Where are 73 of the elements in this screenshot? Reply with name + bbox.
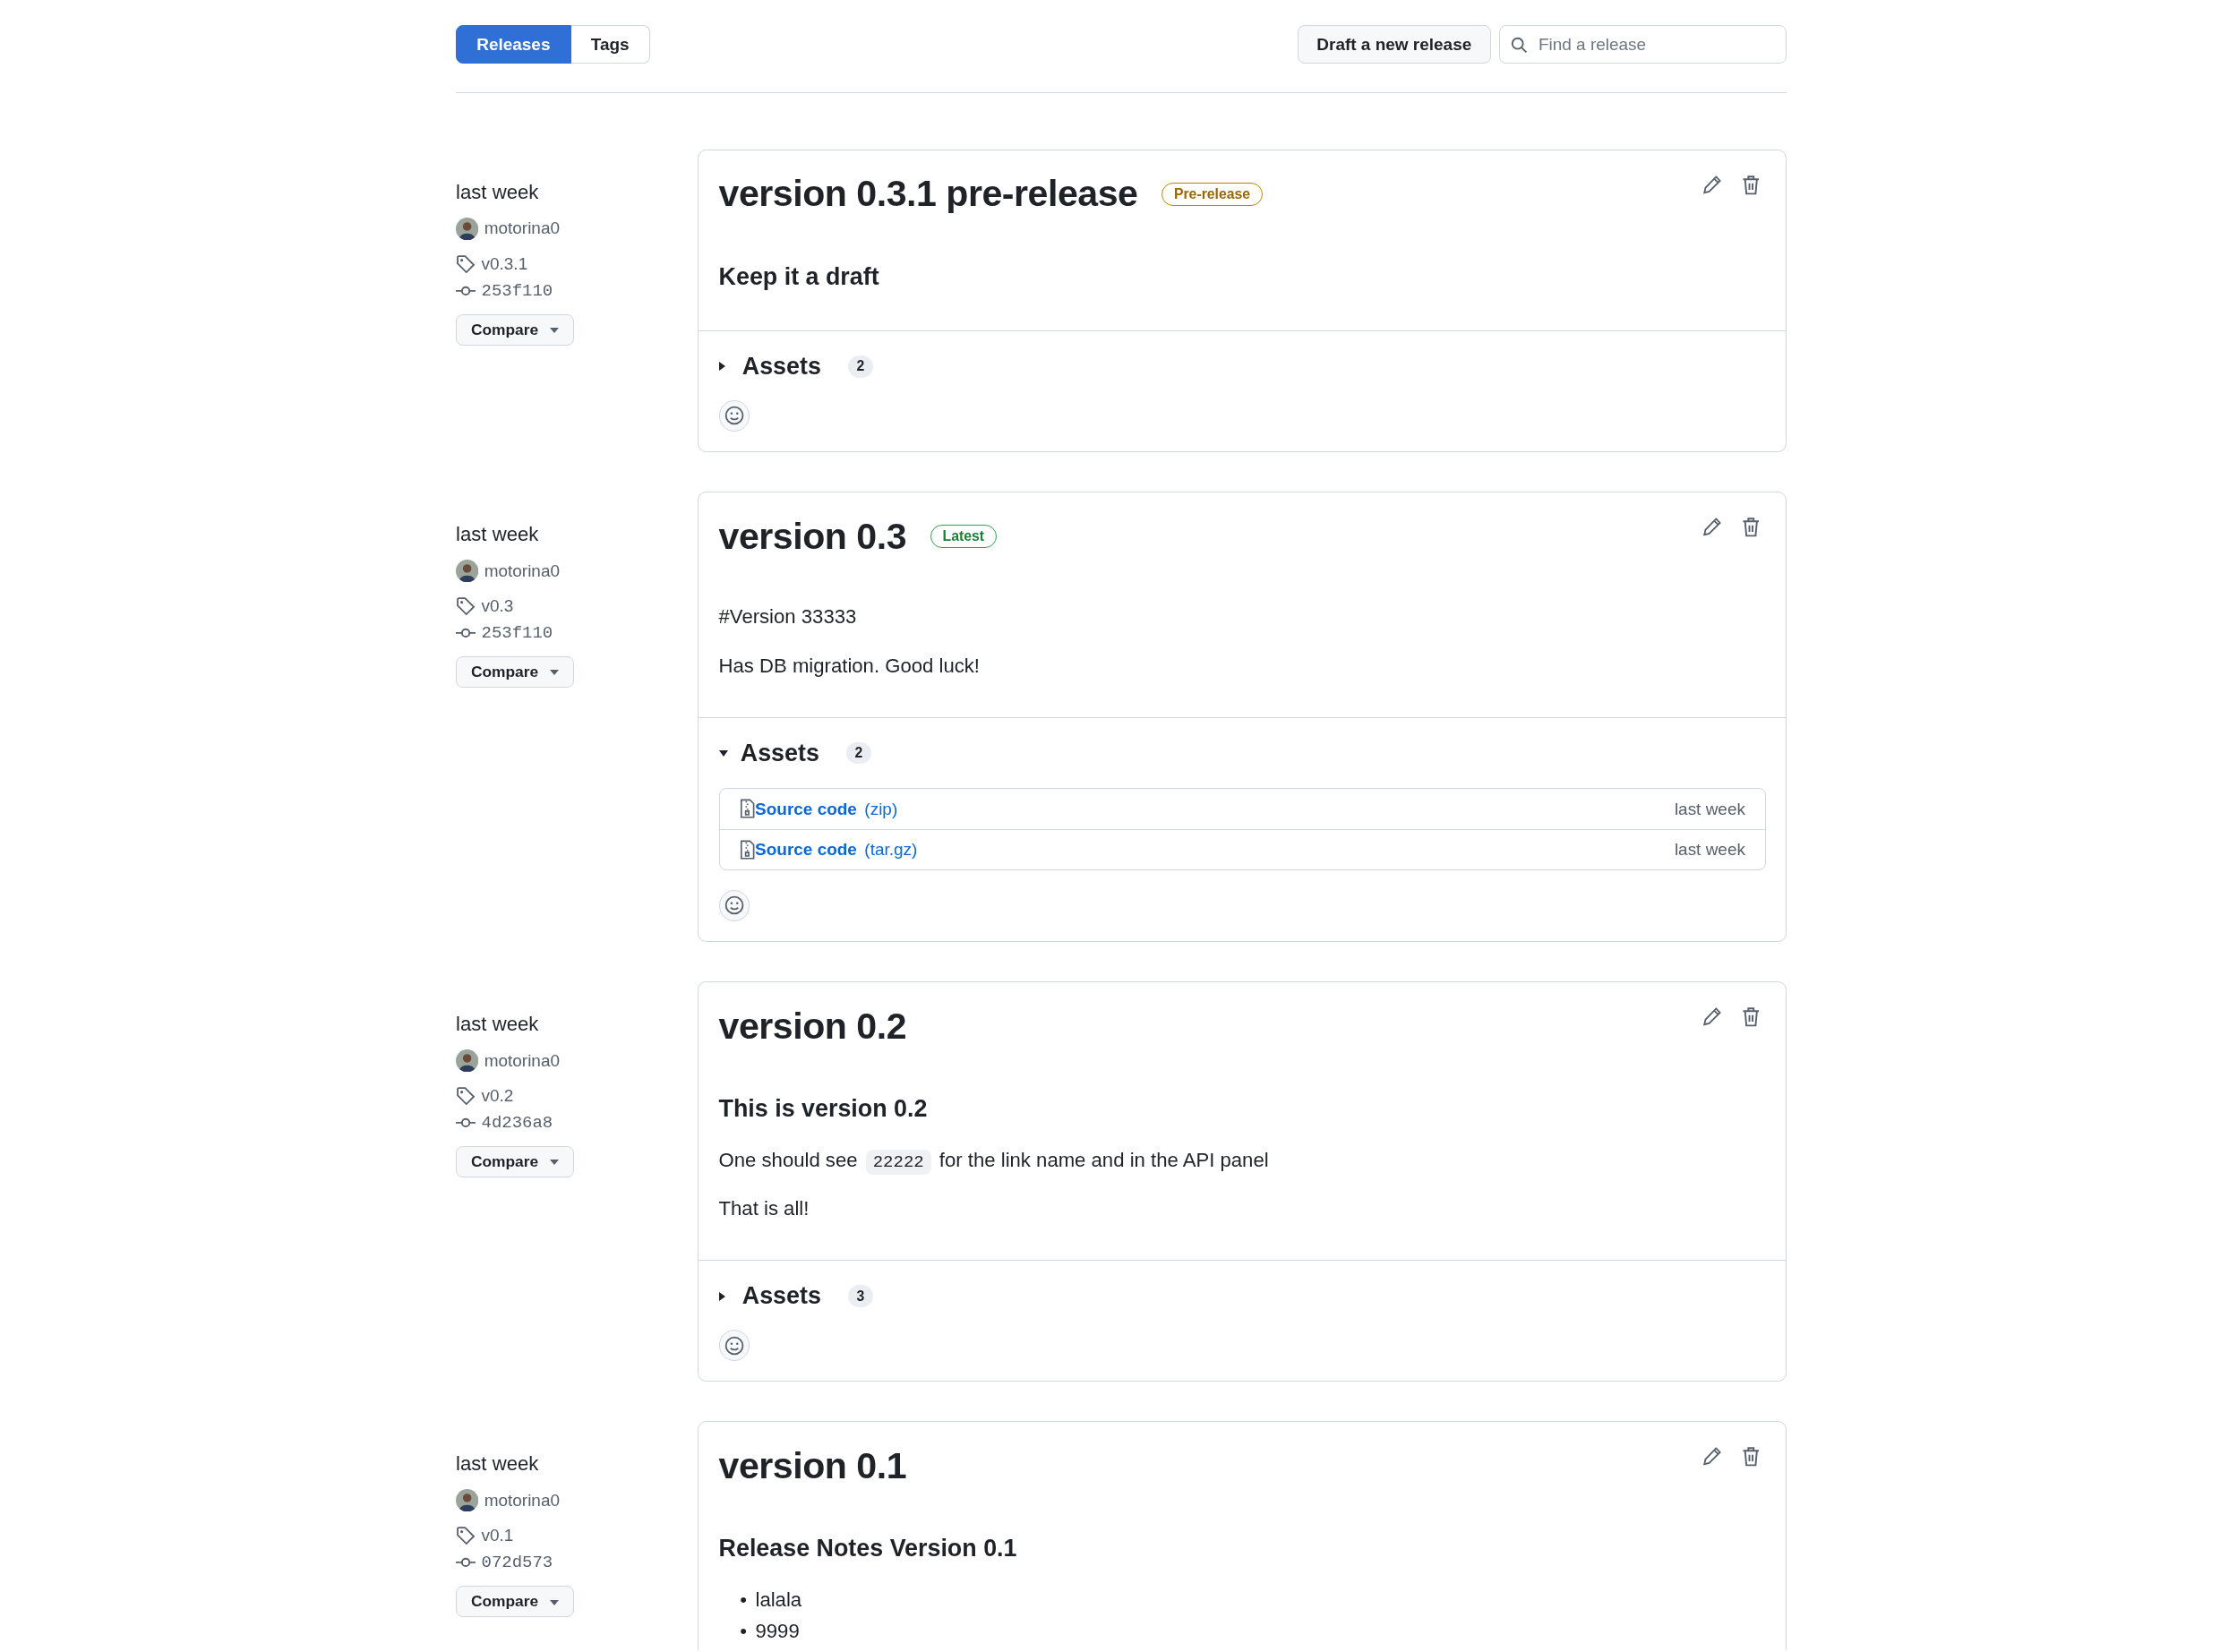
release-title: version 0.1	[718, 1444, 907, 1487]
release-title: version 0.2	[718, 1005, 907, 1048]
asset-time: last week	[1674, 839, 1745, 860]
tag-link[interactable]: v0.1	[481, 1526, 514, 1546]
commit-link[interactable]: 253f110	[481, 280, 553, 301]
trash-icon[interactable]	[1742, 517, 1761, 538]
release-paragraph: #Version 33333	[718, 605, 858, 629]
release-heading: Keep it a draft	[718, 263, 880, 291]
add-reaction-button[interactable]	[718, 400, 750, 432]
author-link[interactable]: motorina0	[484, 1490, 561, 1511]
tag-link[interactable]: v0.2	[481, 1086, 514, 1107]
list-item: 9999	[755, 1619, 800, 1644]
zip-file-icon	[739, 839, 756, 860]
count-badge: 3	[847, 1285, 873, 1307]
author-link[interactable]: motorina0	[484, 1050, 561, 1071]
release-title: version 0.3	[718, 515, 907, 558]
zip-file-icon	[739, 799, 756, 819]
asset-link[interactable]: Source code (zip)	[755, 799, 898, 819]
trash-icon[interactable]	[1742, 1006, 1761, 1028]
commit-link[interactable]: 253f110	[481, 623, 553, 644]
tag-icon	[456, 253, 476, 274]
author-link[interactable]: motorina0	[484, 561, 561, 581]
edit-icon[interactable]	[1701, 174, 1723, 194]
author-link[interactable]: motorina0	[484, 218, 561, 239]
search-field[interactable]: Find a release	[1499, 25, 1787, 64]
compare-button[interactable]: Compare	[456, 1146, 574, 1178]
assets-toggle[interactable]: Assets 3	[718, 1282, 1767, 1311]
asset-time: last week	[1674, 799, 1745, 819]
trash-icon[interactable]	[1742, 1446, 1761, 1468]
tag-link[interactable]: v0.3.1	[481, 253, 528, 274]
compare-button[interactable]: Compare	[456, 314, 574, 346]
release-time: last week	[456, 523, 539, 547]
release-time: last week	[456, 180, 539, 204]
bullet: •	[740, 1588, 747, 1613]
commit-link[interactable]: 072d573	[481, 1553, 553, 1573]
assets-toggle[interactable]: Assets 2	[718, 352, 1767, 381]
trash-icon[interactable]	[1742, 174, 1761, 196]
commit-icon	[456, 284, 476, 298]
avatar	[456, 1049, 479, 1073]
edit-icon[interactable]	[1701, 517, 1723, 537]
compare-button[interactable]: Compare	[456, 656, 574, 689]
commit-link[interactable]: 4d236a8	[481, 1113, 553, 1134]
edit-icon[interactable]	[1701, 1006, 1723, 1027]
release-time: last week	[456, 1452, 539, 1477]
add-reaction-button[interactable]	[718, 1330, 750, 1361]
release-paragraph: for the link name and in the API panel	[939, 1148, 1269, 1171]
tag-link[interactable]: v0.3	[481, 596, 514, 617]
release-paragraph: That is all!	[718, 1197, 810, 1221]
release-time: last week	[456, 1013, 539, 1036]
tag-icon	[456, 596, 476, 617]
release-title: version 0.3.1 pre-release	[718, 173, 1138, 216]
release-paragraph: One should see	[718, 1148, 858, 1171]
release-paragraph: Has DB migration. Good luck!	[718, 654, 981, 678]
release-heading: This is version 0.2	[718, 1095, 929, 1124]
release-heading: Release Notes Version 0.1	[718, 1535, 1018, 1563]
compare-button[interactable]: Compare	[456, 1586, 574, 1618]
tag-icon	[456, 1526, 476, 1546]
avatar	[456, 217, 479, 241]
draft-release-button[interactable]: Draft a new release	[1297, 25, 1491, 64]
avatar	[456, 560, 479, 583]
assets-toggle[interactable]: Assets 2	[718, 739, 1767, 767]
tab[interactable]: Releases	[456, 25, 571, 64]
count-badge: 2	[847, 355, 873, 378]
list-item: lalala	[755, 1588, 802, 1613]
tag-icon	[456, 1086, 476, 1107]
count-badge: 2	[845, 742, 871, 765]
edit-icon[interactable]	[1701, 1446, 1723, 1467]
tab[interactable]: Tags	[570, 25, 650, 64]
add-reaction-button[interactable]	[718, 890, 750, 921]
asset-link[interactable]: Source code (tar.gz)	[755, 839, 918, 860]
inline-code: 22222	[865, 1149, 931, 1175]
bullet: •	[740, 1619, 747, 1644]
avatar	[456, 1489, 479, 1512]
